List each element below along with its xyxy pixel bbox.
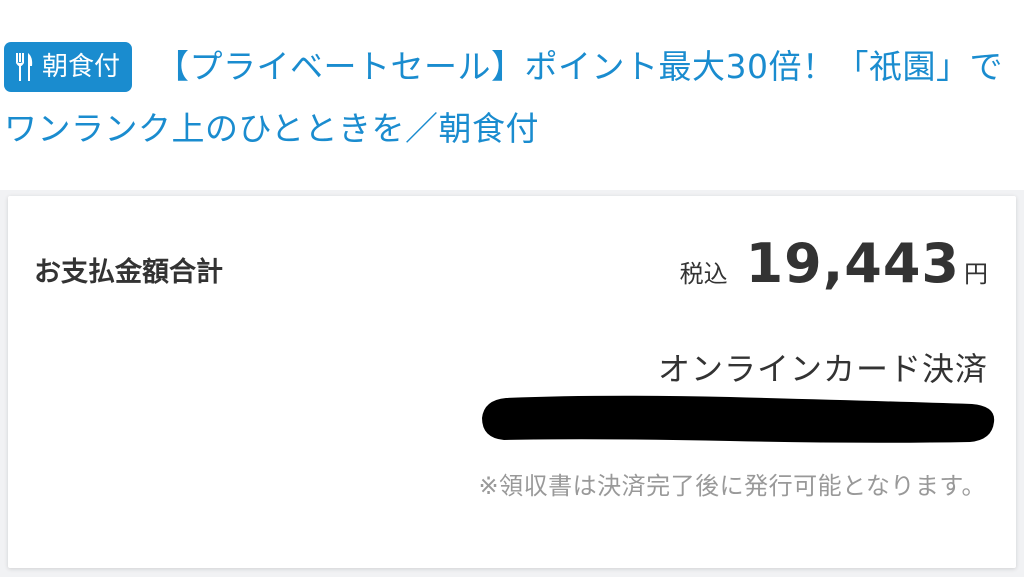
plan-header: 朝食付 【プライベートセール】ポイント最大30倍！「祇園」でワンランク上のひとと…: [0, 0, 1024, 190]
total-amount: 19,443: [745, 232, 960, 295]
tax-included-label: 税込: [679, 260, 728, 288]
plan-title: 【プライベートセール】ポイント最大30倍！「祇園」でワンランク上のひとときを／朝…: [4, 47, 1004, 148]
payment-summary-card: お支払金額合計 税込 19,443 円 オンラインカード決済 ※領収書は決済完了…: [8, 196, 1016, 568]
redaction-mark: [482, 395, 995, 443]
receipt-note: ※領収書は決済完了後に発行可能となります。: [478, 472, 986, 500]
currency-label: 円: [964, 260, 988, 288]
price-row: 税込 19,443 円: [680, 232, 988, 295]
fork-knife-icon: [14, 51, 42, 83]
total-label: お支払金額合計: [34, 257, 223, 288]
payment-method: オンラインカード決済: [657, 350, 988, 388]
meal-badge-label: 朝食付: [42, 52, 121, 82]
plan-title-link[interactable]: 朝食付 【プライベートセール】ポイント最大30倍！「祇園」でワンランク上のひとと…: [4, 36, 1014, 160]
meal-badge: 朝食付: [4, 42, 133, 92]
